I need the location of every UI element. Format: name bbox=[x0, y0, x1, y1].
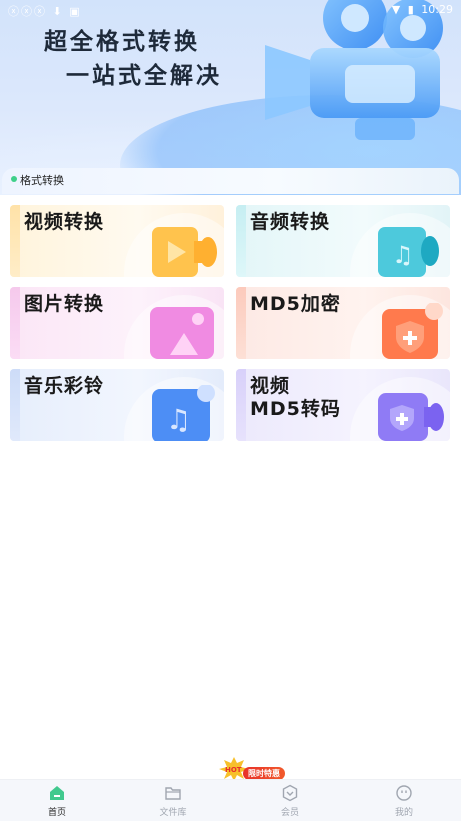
battery-icon: ▮ bbox=[407, 3, 414, 16]
card-title: 音乐彩铃 bbox=[24, 375, 105, 397]
profile-icon bbox=[396, 785, 412, 801]
card-title: 图片转换 bbox=[24, 293, 105, 315]
shield-plus-icon bbox=[376, 303, 443, 359]
card-edge-decoration bbox=[236, 205, 246, 277]
app-root: ⓧⓧⓧ ⬇ ▣ ▼ ▮ 10:29 超全格式转换 一站式全解决 格式转换 视频转… bbox=[0, 0, 461, 821]
bottom-navigation: 首页 文件库 会员 我的 bbox=[0, 779, 461, 821]
nav-vip[interactable]: 会员 bbox=[250, 784, 330, 820]
md5-encrypt-card[interactable]: MD5加密 bbox=[236, 287, 450, 359]
image-icon bbox=[150, 303, 214, 359]
hero-title: 超全格式转换 bbox=[44, 29, 200, 55]
card-edge-decoration bbox=[10, 369, 20, 441]
status-bar: ⓧⓧⓧ ⬇ ▣ ▼ ▮ 10:29 bbox=[0, 0, 461, 20]
section-header: 格式转换 bbox=[2, 168, 459, 194]
status-time: 10:29 bbox=[421, 3, 453, 16]
nav-files[interactable]: 文件库 bbox=[133, 784, 213, 820]
nav-label: 我的 bbox=[394, 808, 413, 818]
hero-banner[interactable]: ⓧⓧⓧ ⬇ ▣ ▼ ▮ 10:29 超全格式转换 一站式全解决 bbox=[0, 0, 461, 195]
card-title: 视频 MD5转码 bbox=[250, 375, 341, 421]
nav-home[interactable]: 首页 bbox=[17, 784, 97, 820]
home-icon bbox=[50, 786, 64, 800]
video-convert-card[interactable]: 视频转换 bbox=[10, 205, 224, 277]
audio-convert-card[interactable]: 音频转换 ♫ bbox=[236, 205, 450, 277]
nav-mine[interactable]: 我的 bbox=[364, 784, 444, 820]
music-note-icon: ♫ bbox=[376, 221, 439, 277]
film-projector-illustration bbox=[265, 0, 443, 140]
card-edge-decoration bbox=[236, 369, 246, 441]
video-shield-icon bbox=[376, 385, 444, 441]
svg-text:♫: ♫ bbox=[392, 241, 414, 269]
video-md5-transcode-card[interactable]: 视频 MD5转码 bbox=[236, 369, 450, 441]
music-ringtone-card[interactable]: 音乐彩铃 ♫ bbox=[10, 369, 224, 441]
folder-icon bbox=[165, 787, 181, 800]
card-title-line2: MD5转码 bbox=[250, 398, 341, 420]
card-title: 视频转换 bbox=[24, 211, 105, 233]
nav-label: 首页 bbox=[47, 808, 66, 818]
section-label: 格式转换 bbox=[20, 174, 64, 187]
card-title: MD5加密 bbox=[250, 293, 341, 315]
status-right: ▼ ▮ 10:29 bbox=[388, 3, 453, 16]
video-play-icon bbox=[150, 221, 217, 277]
svg-text:♫: ♫ bbox=[166, 403, 191, 436]
card-title-line1: 视频 bbox=[250, 375, 291, 397]
nav-label: 会员 bbox=[280, 808, 299, 818]
card-edge-decoration bbox=[10, 287, 20, 359]
hot-burst-text: HOT bbox=[225, 766, 242, 774]
card-title: 音频转换 bbox=[250, 211, 331, 233]
card-edge-decoration bbox=[236, 287, 246, 359]
image-convert-card[interactable]: 图片转换 bbox=[10, 287, 224, 359]
vip-icon bbox=[282, 784, 298, 802]
hero-subtitle: 一站式全解决 bbox=[66, 63, 222, 89]
music-note-icon: ♫ bbox=[150, 385, 215, 441]
section-dot-icon bbox=[11, 176, 17, 182]
wifi-icon: ▼ bbox=[391, 3, 401, 16]
nav-label: 文件库 bbox=[159, 808, 187, 818]
status-notification-icons: ⓧⓧⓧ ⬇ ▣ bbox=[8, 5, 82, 18]
card-edge-decoration bbox=[10, 205, 20, 277]
